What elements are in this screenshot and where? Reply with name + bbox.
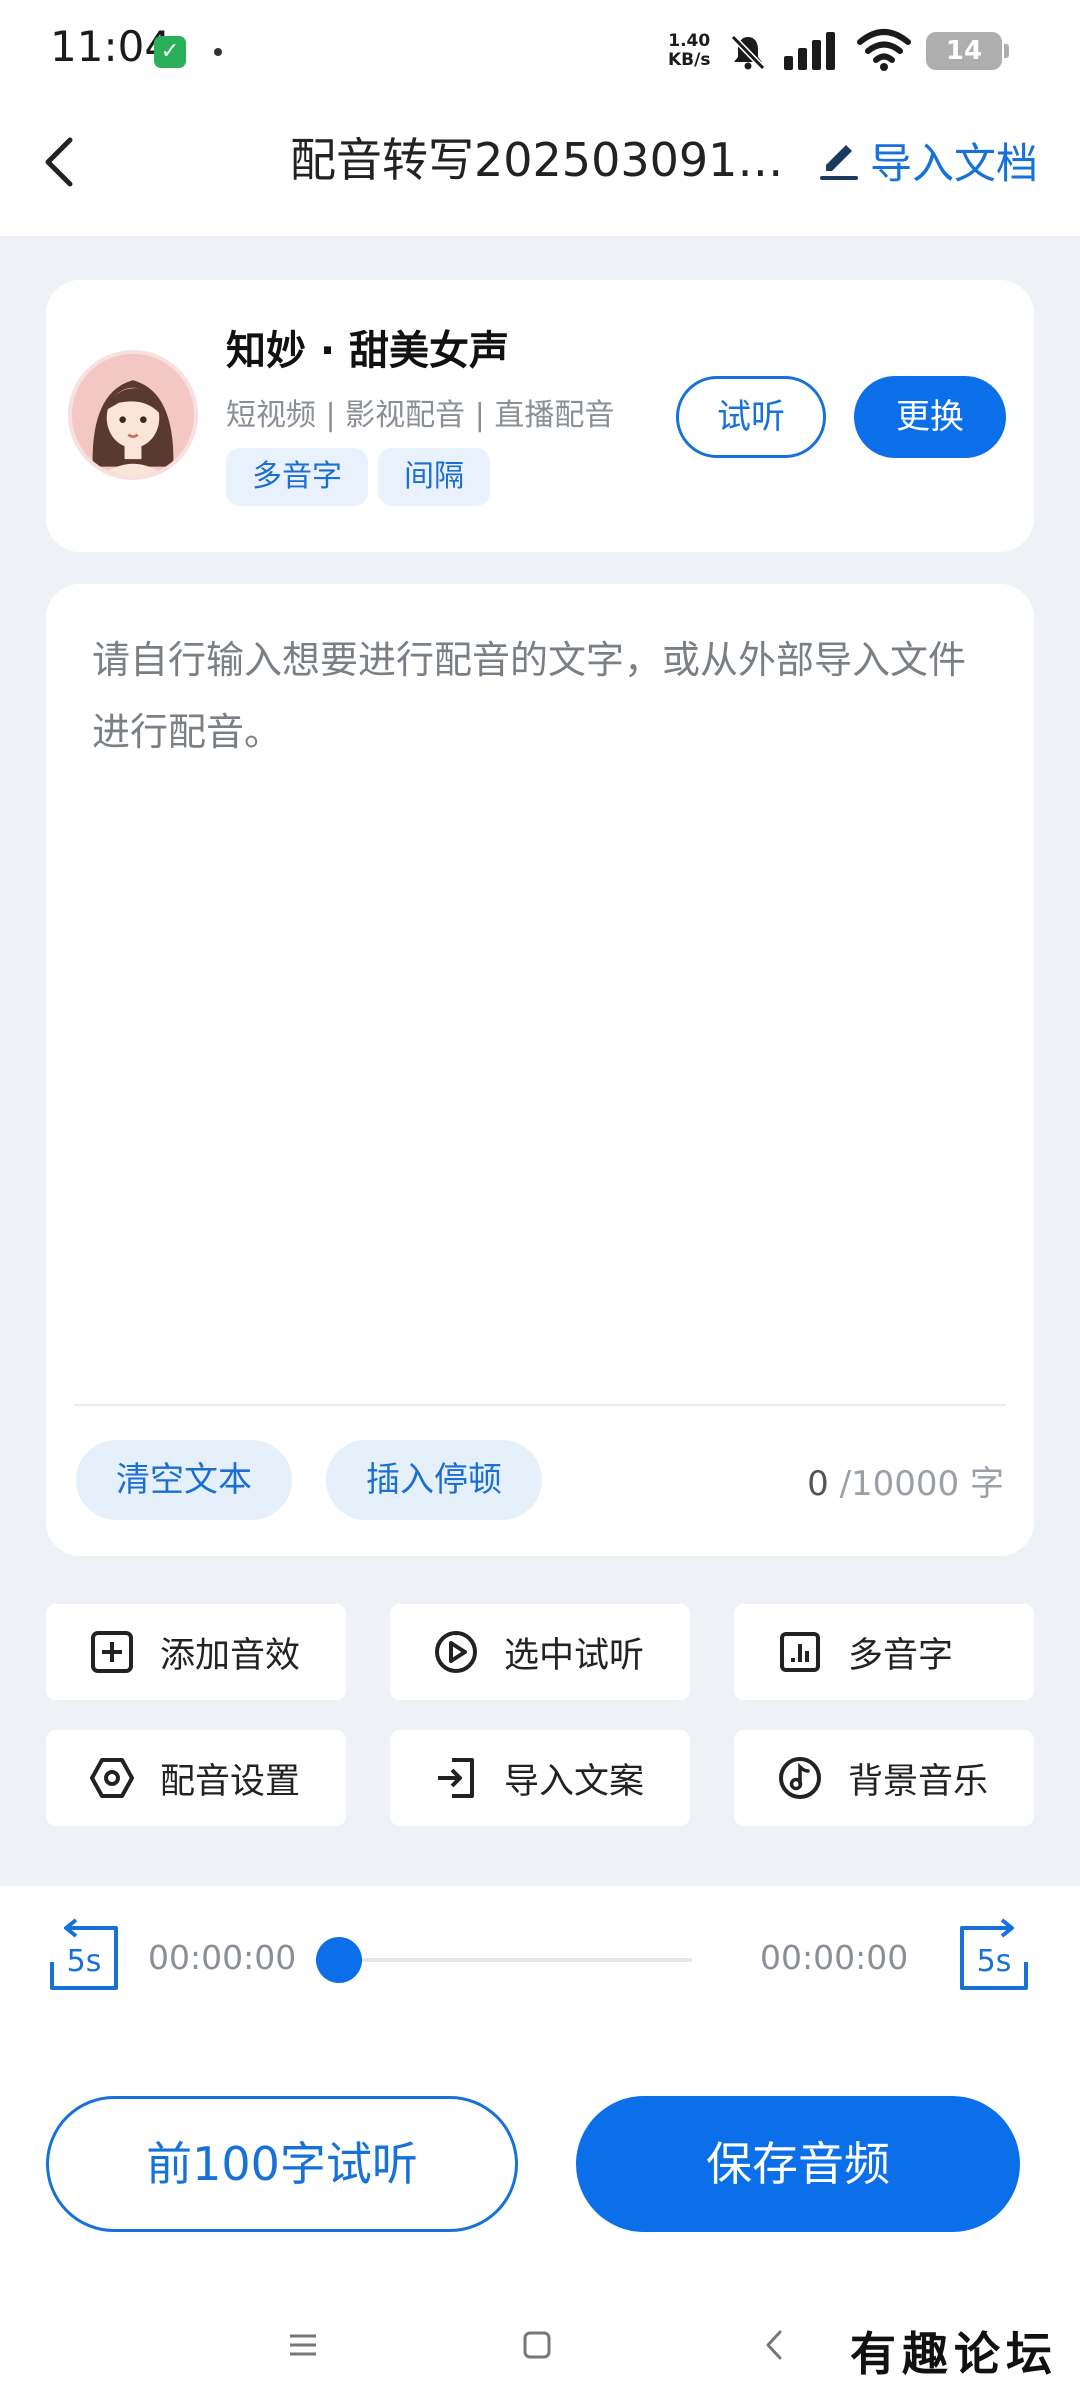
skip-back-label: 5s [67, 1944, 102, 1979]
menu-icon[interactable] [278, 2320, 328, 2370]
progress-thumb[interactable] [316, 1937, 362, 1983]
home-square-icon[interactable] [512, 2320, 562, 2370]
tool-label: 添加音效 [160, 1635, 301, 1676]
try-listen-button[interactable]: 试听 [676, 376, 826, 458]
progress-track[interactable] [336, 1958, 692, 1962]
voice-name: 知妙 · 甜美女声 [226, 328, 510, 374]
plus-square-icon [91, 1631, 133, 1673]
network-speed: 1.40 KB/s [668, 32, 710, 70]
tool-label: 配音设置 [160, 1761, 301, 1802]
tool-background-music[interactable]: 背景音乐 [734, 1730, 1034, 1826]
tool-label: 选中试听 [504, 1635, 645, 1676]
play-circle-icon [435, 1631, 477, 1673]
network-speed-unit: KB/s [668, 50, 711, 70]
top-bar: 配音转写2025030911... 导入文档 [0, 100, 1080, 236]
voice-category-tags: 短视频 | 影视配音 | 直播配音 [226, 398, 615, 433]
current-time: 00:00:00 [148, 1938, 297, 1977]
divider [74, 1404, 1006, 1406]
clear-text-button[interactable]: 清空文本 [76, 1440, 292, 1520]
notification-dot-icon [214, 48, 222, 56]
import-icon [438, 1758, 474, 1798]
preview-first-100-button[interactable]: 前100字试听 [46, 2096, 518, 2232]
text-editor[interactable]: 请自行输入想要进行配音的文字，或从外部导入文件进行配音。 清空文本 插入停顿 0… [46, 584, 1034, 1556]
skip-back-5s-button[interactable]: 5s [46, 1916, 126, 1996]
total-time: 00:00:00 [760, 1938, 909, 1977]
tool-import-copy[interactable]: 导入文案 [390, 1730, 690, 1826]
page-title: 配音转写2025030911... [290, 133, 790, 187]
battery-indicator: 14 [926, 32, 1009, 70]
status-bar: 11:04 ✓ 1.40 KB/s 14 [0, 0, 1080, 100]
chip-polyphonic[interactable]: 多音字 [226, 448, 368, 506]
change-voice-button[interactable]: 更换 [854, 376, 1006, 458]
tool-label: 多音字 [848, 1635, 954, 1676]
bell-muted-icon [730, 34, 766, 71]
nav-back-icon[interactable] [750, 2320, 800, 2370]
save-audio-button[interactable]: 保存音频 [576, 2096, 1020, 2232]
tool-dubbing-settings[interactable]: 配音设置 [46, 1730, 346, 1826]
char-count: 0 [807, 1464, 829, 1504]
system-nav-bar: 有趣论坛 [0, 2290, 1080, 2400]
status-time: 11:04 [50, 22, 172, 71]
tool-preview-selection[interactable]: 选中试听 [390, 1604, 690, 1700]
music-note-icon [779, 1757, 821, 1799]
edit-pencil-icon [820, 145, 858, 180]
network-speed-value: 1.40 [668, 31, 711, 51]
text-input-placeholder[interactable]: 请自行输入想要进行配音的文字，或从外部导入文件进行配音。 [92, 624, 992, 768]
skip-forward-5s-button[interactable]: 5s [952, 1916, 1032, 1996]
wifi-icon [857, 29, 911, 71]
voice-card: 知妙 · 甜美女声 短视频 | 影视配音 | 直播配音 多音字 间隔 试听 更换 [46, 280, 1034, 552]
voice-avatar [68, 350, 198, 480]
back-arrow-icon[interactable] [36, 130, 82, 194]
rewind-5s-icon: 5s [50, 1918, 118, 1990]
tool-label: 背景音乐 [848, 1761, 989, 1802]
forward-5s-icon: 5s [960, 1918, 1028, 1990]
signal-icon [784, 32, 835, 70]
skip-forward-label: 5s [977, 1944, 1012, 1979]
tool-add-sound-effect[interactable]: 添加音效 [46, 1604, 346, 1700]
battery-level: 14 [945, 36, 983, 66]
char-limit: /10000 字 [828, 1464, 1004, 1504]
audio-player: 5s 00:00:00 00:00:00 5s [0, 1888, 1080, 2028]
import-document-label: 导入文档 [870, 138, 1039, 188]
chip-interval[interactable]: 间隔 [378, 448, 490, 506]
hexagon-settings-icon [90, 1758, 134, 1798]
avatar-portrait-icon [72, 354, 194, 476]
bar-chart-icon [780, 1632, 820, 1672]
tool-label: 导入文案 [504, 1761, 645, 1802]
import-document-button[interactable]: 导入文档 [816, 128, 1038, 192]
tool-polyphonic[interactable]: 多音字 [734, 1604, 1034, 1700]
security-shield-icon: ✓ [154, 36, 186, 68]
insert-pause-button[interactable]: 插入停顿 [326, 1440, 542, 1520]
watermark: 有趣论坛 [850, 2327, 1058, 2381]
char-counter: 0 /10000 字 [807, 1456, 1004, 1505]
